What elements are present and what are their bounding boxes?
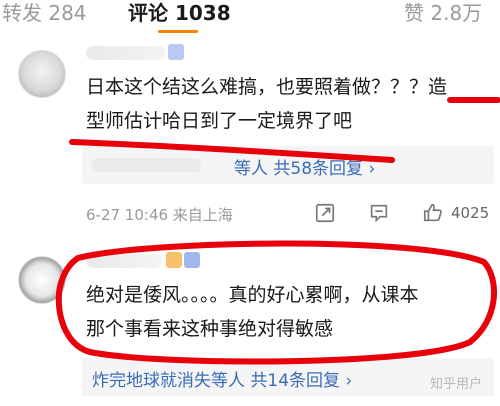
- comment-item: 日本这个结这么难搞，也要照着做？？？造 型师估计哈日到了一定境界了吧 等人 共5…: [0, 38, 500, 234]
- chevron-right-icon: ›: [368, 159, 376, 179]
- chevron-right-icon: ›: [345, 371, 353, 391]
- comment-text-line: 日本这个结这么难搞，也要照着做？？？造: [86, 76, 448, 98]
- reply-summary-box[interactable]: 等人 共58条回复 ›: [82, 146, 494, 184]
- user-badge-icon: [166, 252, 182, 268]
- reply-users: 炸完地球就消失等人: [92, 371, 245, 391]
- avatar[interactable]: [18, 50, 66, 98]
- tab-bar: 转发 284 评论 1038 赞 2.8万: [0, 0, 500, 33]
- username[interactable]: [86, 254, 162, 268]
- reply-users: 等人: [234, 159, 268, 179]
- thumbs-up-icon[interactable]: [422, 202, 446, 226]
- tab-comments[interactable]: 评论 1038: [128, 0, 231, 26]
- reply-count: 共58条回复: [273, 159, 364, 179]
- reply-summary-text[interactable]: 炸完地球就消失等人 共14条回复 ›: [92, 366, 352, 391]
- comment-item: 绝对是倭风。。。。真的好心累啊，从课本 那个事看来这种事绝对得敏感 炸完地球就消…: [0, 246, 500, 406]
- comment-meta: 6-27 10:46 来自上海 4025: [86, 202, 496, 226]
- user-badge-icon: [168, 44, 184, 60]
- reply-summary-text[interactable]: 等人 共58条回复 ›: [234, 154, 375, 179]
- tab-repost[interactable]: 转发 284: [2, 0, 87, 26]
- comment-text-line: 型师估计哈日到了一定境界了吧: [86, 110, 353, 132]
- watermark: 知乎用户: [429, 377, 482, 392]
- tab-likes[interactable]: 赞 2.8万: [404, 0, 482, 26]
- username[interactable]: [86, 46, 166, 60]
- reply-count: 共14条回复: [250, 371, 341, 391]
- user-level-icon: [184, 252, 200, 268]
- comment-text: 绝对是倭风。。。。真的好心累啊，从课本 那个事看来这种事绝对得敏感: [86, 278, 498, 346]
- comment-text: 日本这个结这么难搞，也要照着做？？？造 型师估计哈日到了一定境界了吧: [86, 70, 498, 138]
- comment-time-location: 6-27 10:46 来自上海: [86, 206, 233, 224]
- avatar[interactable]: [18, 256, 66, 304]
- comment-text-line: 绝对是倭风。。。。真的好心累啊，从课本: [86, 284, 419, 306]
- comment-text-line: 那个事看来这种事绝对得敏感: [86, 318, 334, 340]
- weibo-comment-screen: 转发 284 评论 1038 赞 2.8万 日本这个结这么难搞，也要照着做？？？…: [0, 0, 500, 406]
- like-count: 4025: [451, 204, 490, 222]
- active-tab-indicator: [158, 30, 198, 33]
- reply-user-blur: [92, 158, 202, 172]
- comment-icon[interactable]: [368, 202, 392, 226]
- share-icon[interactable]: [314, 202, 338, 226]
